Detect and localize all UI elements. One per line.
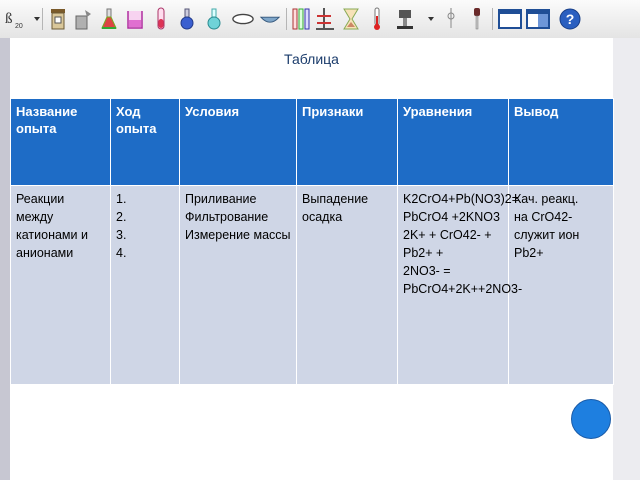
step-item: 4. — [116, 246, 127, 260]
window-icon[interactable] — [497, 5, 523, 33]
header-equations: Уравнения — [397, 98, 509, 186]
cell-conditions: Приливание Фильтрование Измерение массы — [179, 185, 297, 385]
header-procedure: Ход опыта — [110, 98, 180, 186]
pipette-icon[interactable] — [440, 5, 462, 33]
crucible-icon[interactable] — [259, 5, 281, 33]
hourglass-icon[interactable] — [340, 5, 362, 33]
equation-line: K2CrO4+Pb(NO3)2= — [403, 192, 520, 206]
equation-line: PbCrO4+2K++2NO3- — [403, 282, 523, 296]
burner-icon[interactable] — [394, 5, 416, 33]
separator — [42, 8, 43, 30]
separator — [286, 8, 287, 30]
beaker-icon[interactable] — [124, 5, 146, 33]
slide-border-right — [613, 38, 640, 480]
experiment-name: Реакции между катионами и анионами — [16, 192, 88, 260]
equation-line: 2K+ + CrO42- + Pb2+ + — [403, 228, 492, 260]
tube-rack-icon[interactable] — [290, 5, 312, 33]
cell-experiment-name: Реакции между катионами и анионами — [10, 185, 111, 385]
flask-red-icon[interactable] — [98, 5, 120, 33]
conclusion-line: Pb2+ — [514, 246, 544, 260]
condition-item: Приливание — [185, 192, 257, 206]
conclusion-line: Кач. реакц. — [514, 192, 579, 206]
step-item: 3. — [116, 228, 127, 242]
experiment-table: Название опыта Ход опыта Условия Признак… — [10, 98, 614, 385]
separator — [492, 8, 493, 30]
periodic-icon[interactable]: ß 20 — [4, 5, 26, 33]
conclusion-line: на CrO42- — [514, 210, 573, 224]
thermometer-icon[interactable] — [366, 5, 388, 33]
cell-equations: K2CrO4+Pb(NO3)2= PbCrO4 +2KNO3 2K+ + CrO… — [397, 185, 523, 385]
table-row: Реакции между катионами и анионами 1. 2.… — [10, 185, 614, 385]
cell-signs: Выпадение осадка — [296, 185, 398, 385]
equation-line: PbCrO4 +2KNO3 — [403, 210, 500, 224]
step-item: 1. — [116, 192, 127, 206]
chevron-down-icon[interactable] — [34, 17, 40, 21]
table-header-row: Название опыта Ход опыта Условия Признак… — [10, 98, 614, 186]
round-flask-icon[interactable] — [176, 5, 198, 33]
slide: Таблица Название опыта Ход опыта Условия… — [10, 38, 614, 480]
corner-label: 20 — [15, 23, 23, 30]
svg-text:?: ? — [566, 11, 575, 27]
equation-line: 2NO3- = — [403, 264, 451, 278]
header-name: Название опыта — [10, 98, 111, 186]
stand-icon[interactable] — [314, 5, 336, 33]
help-icon[interactable]: ? — [557, 5, 583, 33]
dish-icon[interactable] — [232, 5, 254, 33]
split-view-icon[interactable] — [525, 5, 551, 33]
header-conditions: Условия — [179, 98, 297, 186]
flask-blue-icon[interactable] — [203, 5, 225, 33]
chevron-down-icon[interactable] — [428, 17, 434, 21]
svg-text:ß: ß — [5, 11, 13, 27]
dropper-bottle-icon[interactable] — [72, 5, 94, 33]
conclusion-line: служит ион — [514, 228, 580, 242]
header-signs: Признаки — [296, 98, 398, 186]
test-tube-icon[interactable] — [150, 5, 172, 33]
slide-border-left — [0, 38, 10, 480]
toolbar: ß 20 ? — [0, 0, 640, 39]
cell-steps: 1. 2. 3. 4. — [110, 185, 180, 385]
condition-item: Измерение массы — [185, 228, 291, 242]
jar-icon[interactable] — [47, 5, 69, 33]
dropper-icon[interactable] — [466, 5, 488, 33]
signs-text: Выпадение осадка — [302, 192, 369, 224]
header-conclusion: Вывод — [508, 98, 614, 186]
navigation-circle-button[interactable] — [571, 399, 611, 439]
cell-conclusion: Кач. реакц. на CrO42- служит ион Pb2+ — [508, 185, 614, 385]
step-item: 2. — [116, 210, 127, 224]
condition-item: Фильтрование — [185, 210, 269, 224]
slide-title: Таблица — [284, 51, 339, 67]
